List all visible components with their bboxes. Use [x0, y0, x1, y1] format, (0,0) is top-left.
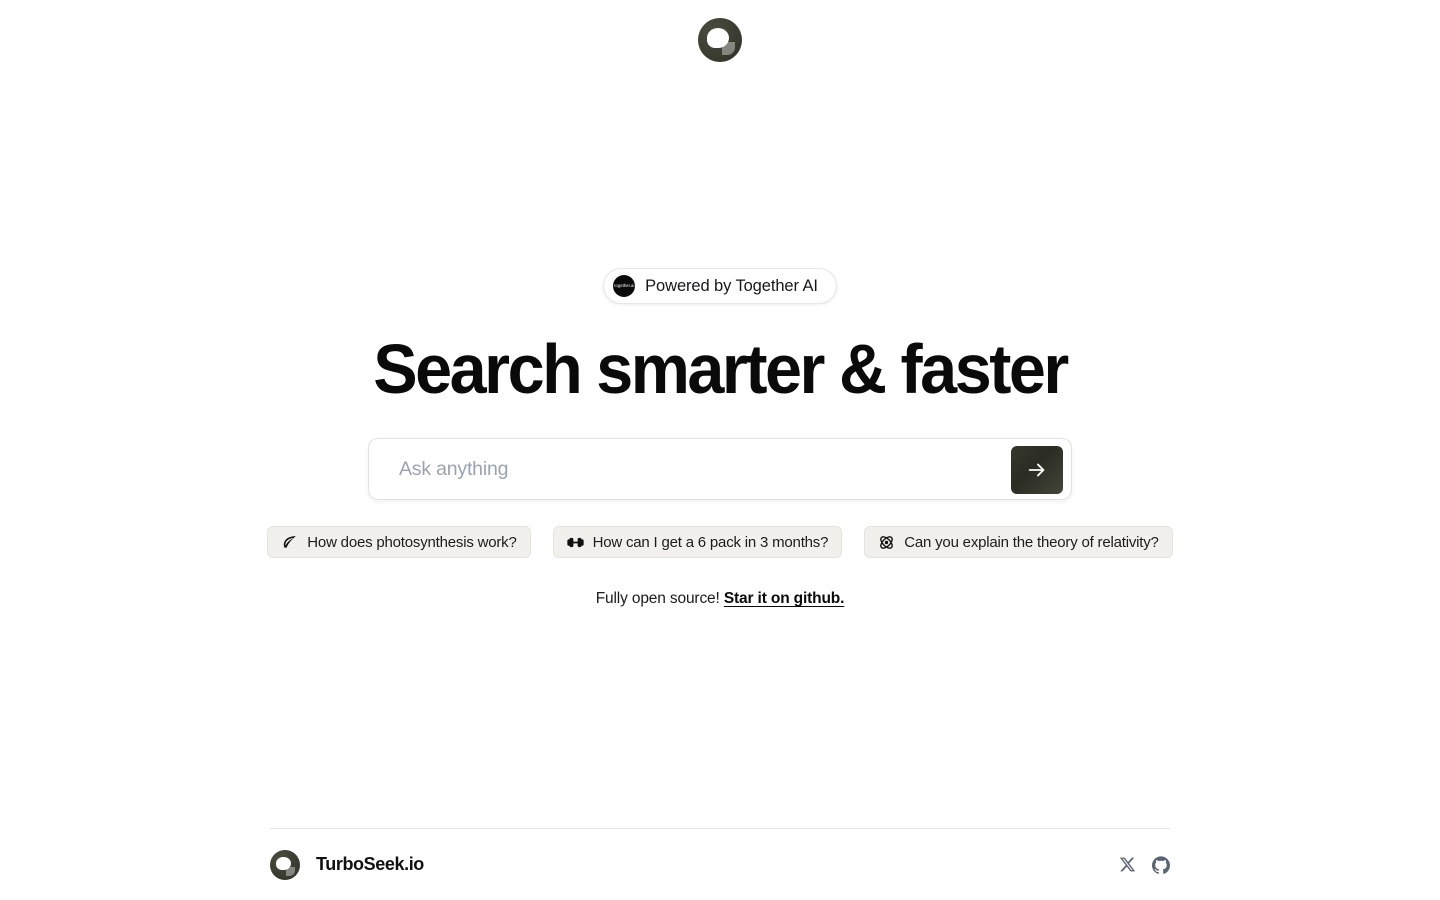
powered-by-label: Powered by Together AI: [645, 276, 818, 295]
suggestion-chip-label: Can you explain the theory of relativity…: [904, 533, 1159, 551]
footer-social-links: [1119, 855, 1170, 874]
footer-brand[interactable]: TurboSeek.io: [270, 849, 424, 880]
hero-section: together.ai Powered by Together AI Searc…: [0, 268, 1440, 608]
powered-by-badge[interactable]: together.ai Powered by Together AI: [603, 268, 837, 304]
footer-logo-bubble-tail-shape: [286, 866, 295, 876]
github-star-link[interactable]: Star it on github.: [724, 590, 845, 607]
suggestion-chip-photosynthesis[interactable]: How does photosynthesis work?: [267, 526, 531, 558]
search-input[interactable]: [369, 439, 1071, 499]
logo-bubble-tail-shape: [722, 42, 735, 55]
turboseek-logo-icon[interactable]: [698, 18, 742, 62]
search-bar[interactable]: [368, 438, 1072, 500]
open-source-note: Fully open source! Star it on github.: [596, 590, 845, 608]
leaf-icon: [281, 534, 298, 551]
suggestion-chip-label: How does photosynthesis work?: [307, 533, 517, 551]
github-icon[interactable]: [1152, 855, 1170, 874]
together-badge-text: together.ai: [614, 282, 635, 288]
open-source-text: Fully open source!: [595, 590, 720, 607]
turboseek-landing-page: together.ai Powered by Together AI Searc…: [0, 0, 1440, 900]
x-twitter-icon[interactable]: [1119, 856, 1136, 873]
footer-turboseek-logo-icon: [270, 849, 300, 880]
suggestion-chip-relativity[interactable]: Can you explain the theory of relativity…: [864, 526, 1173, 558]
suggestion-chip-label: How can I get a 6 pack in 3 months?: [592, 533, 829, 551]
together-ai-logo-icon: together.ai: [613, 275, 636, 297]
footer-brand-name: TurboSeek.io: [316, 854, 424, 874]
dumbbell-icon: [566, 534, 584, 551]
page-title: Search smarter & faster: [373, 330, 1069, 408]
page-footer: TurboSeek.io: [270, 828, 1170, 900]
suggestion-chip-six-pack[interactable]: How can I get a 6 pack in 3 months?: [552, 526, 843, 558]
suggested-questions: How does photosynthesis work? How can I …: [267, 526, 1173, 558]
atom-icon: [878, 534, 895, 551]
search-submit-button[interactable]: [1011, 446, 1063, 494]
arrow-right-icon: [1026, 459, 1048, 481]
page-header: [0, 0, 1440, 62]
